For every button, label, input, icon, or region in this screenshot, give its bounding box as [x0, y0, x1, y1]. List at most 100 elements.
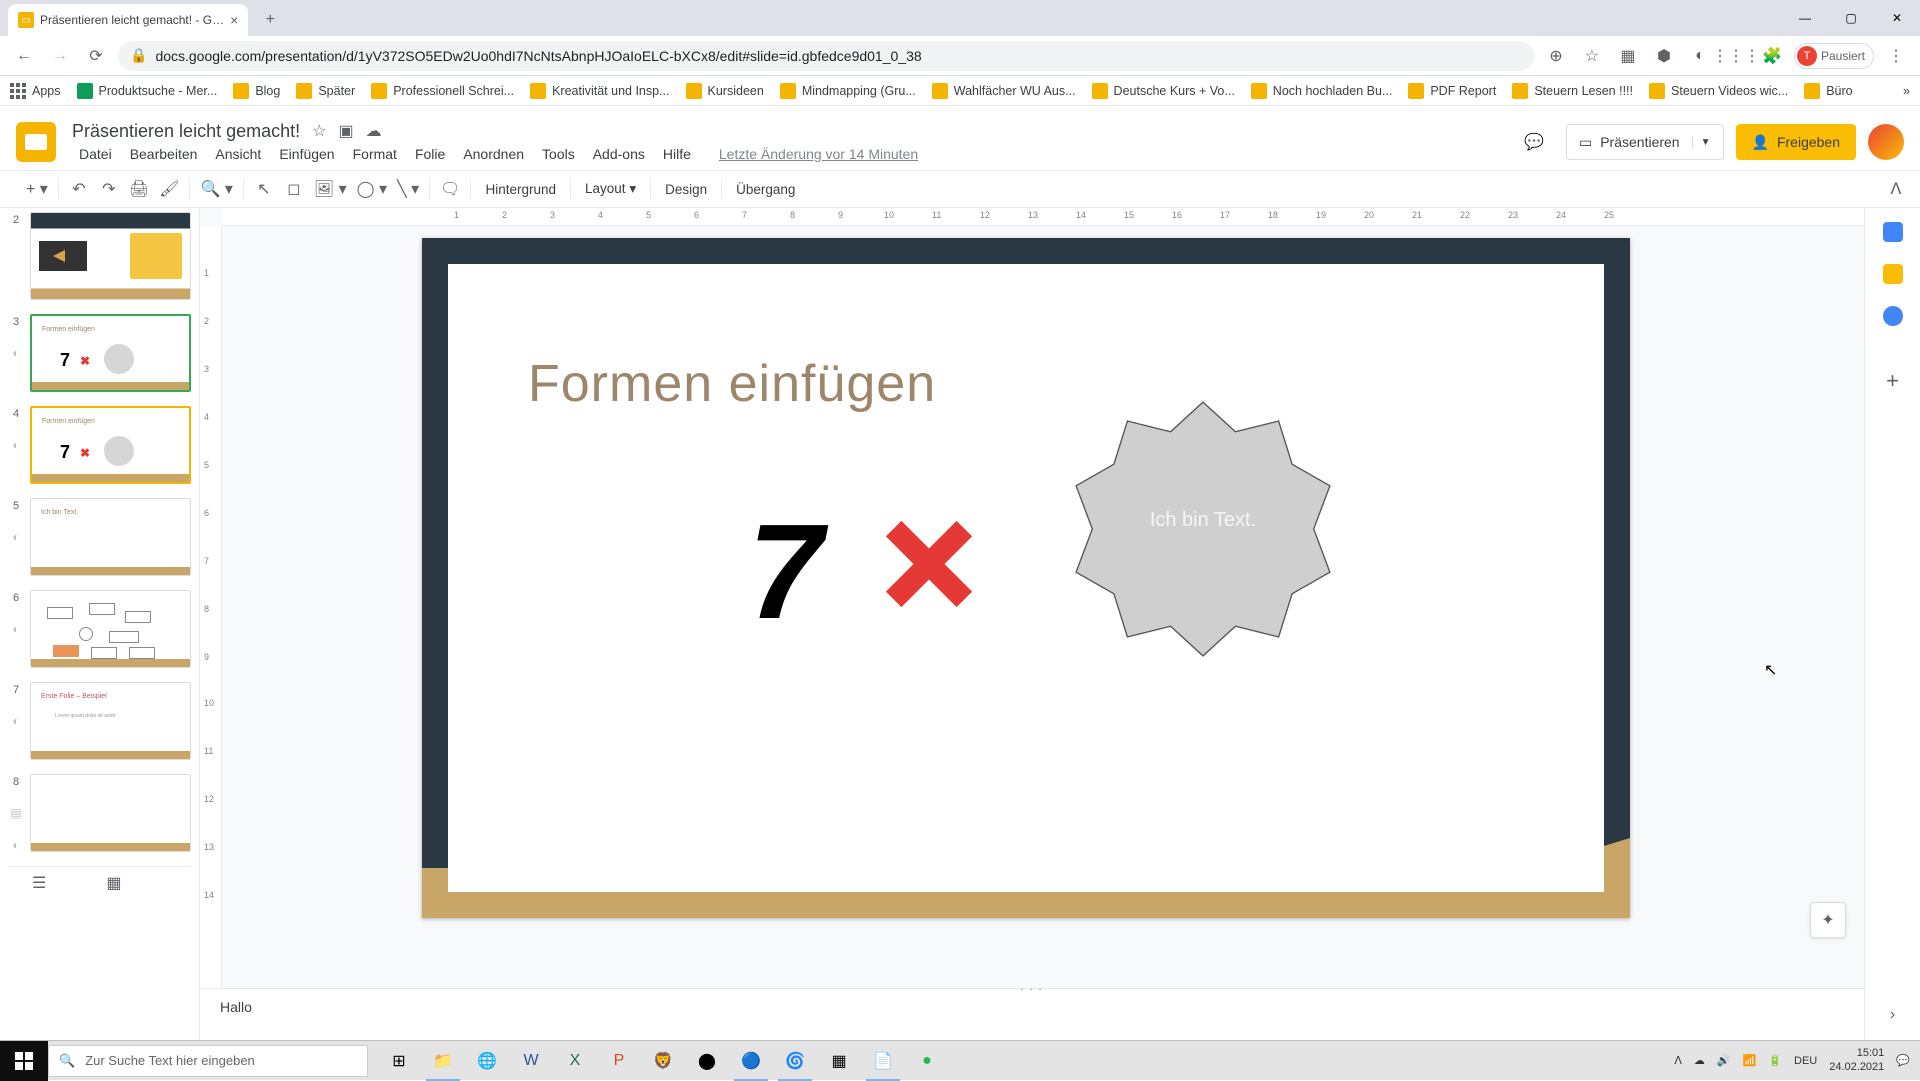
star-icon[interactable]: ☆	[1578, 42, 1606, 70]
shape-tool[interactable]: ◯ ▾	[353, 175, 391, 203]
thumbnail-panel[interactable]: 2 3◐ Formen einfügen 7✖ 4◐ Formen einfüg…	[0, 208, 200, 1040]
taskbar-search[interactable]: 🔍 Zur Suche Text hier eingeben	[48, 1045, 368, 1077]
menu-file[interactable]: Datei	[72, 144, 119, 164]
slide-thumbnail-4[interactable]: Formen einfügen 7✖	[30, 406, 191, 484]
profile-chip[interactable]: T Pausiert	[1794, 43, 1874, 69]
url-bar[interactable]: 🔒 docs.google.com/presentation/d/1yV372S…	[118, 41, 1534, 71]
bookmark-item[interactable]: Kreativität und Insp...	[530, 83, 669, 99]
spotify-icon[interactable]: ●	[906, 1041, 948, 1081]
bookmark-overflow[interactable]: »	[1903, 84, 1910, 98]
hide-side-panel-icon[interactable]: ›	[1890, 1006, 1895, 1024]
notepad-icon[interactable]: 📄	[862, 1041, 904, 1081]
doc-title[interactable]: Präsentieren leicht gemacht!	[72, 121, 300, 142]
paint-format-button[interactable]: 🖌	[155, 175, 183, 203]
slide-thumbnail-8[interactable]	[30, 774, 191, 852]
redo-button[interactable]: ↷	[95, 175, 123, 203]
image-tool[interactable]: 🖼 ▾	[310, 175, 351, 203]
speaker-notes[interactable]: • • • Hallo	[200, 988, 1864, 1040]
qr-icon[interactable]: ▦	[1614, 42, 1642, 70]
menu-slide[interactable]: Folie	[408, 144, 452, 164]
slide-thumbnail-2[interactable]	[30, 212, 191, 300]
edge-icon[interactable]: 🌐	[466, 1041, 508, 1081]
account-avatar[interactable]	[1868, 124, 1904, 160]
layout-button[interactable]: Layout ▾	[577, 181, 644, 197]
keyboard-lang[interactable]: DEU	[1794, 1055, 1817, 1067]
bookmark-item[interactable]: Kursideen	[686, 83, 764, 99]
bookmark-item[interactable]: Mindmapping (Gru...	[780, 83, 916, 99]
zoom-icon[interactable]: ⊕	[1542, 42, 1570, 70]
keep-icon[interactable]	[1883, 264, 1903, 284]
start-button[interactable]	[0, 1041, 48, 1081]
slide-thumbnail-3[interactable]: Formen einfügen 7✖	[30, 314, 191, 392]
reload-button[interactable]: ⟳	[82, 42, 110, 70]
bookmark-item[interactable]: Büro	[1804, 83, 1852, 99]
filmstrip-view-icon[interactable]: ☰	[32, 873, 46, 893]
app-icon[interactable]: ▦	[818, 1041, 860, 1081]
comments-button[interactable]: 💬	[1514, 124, 1554, 160]
present-button[interactable]: ▭ Präsentieren ▼	[1566, 124, 1724, 160]
tray-chevron-icon[interactable]: ᐱ	[1674, 1054, 1682, 1067]
line-tool[interactable]: ╲ ▾	[393, 175, 423, 203]
minimize-button[interactable]: —	[1782, 0, 1828, 36]
menu-edit[interactable]: Bearbeiten	[123, 144, 205, 164]
menu-view[interactable]: Ansicht	[208, 144, 268, 164]
powerpoint-icon[interactable]: P	[598, 1041, 640, 1081]
bookmark-item[interactable]: Professionell Schrei...	[371, 83, 514, 99]
wifi-icon[interactable]: 📶	[1743, 1054, 1757, 1067]
zoom-button[interactable]: 🔍 ▾	[196, 175, 236, 203]
bookmark-item[interactable]: Später	[296, 83, 355, 99]
design-button[interactable]: Design	[657, 182, 715, 197]
bookmark-item[interactable]: Noch hochladen Bu...	[1251, 83, 1393, 99]
slide-thumbnail-7[interactable]: Erste Folie – Beispiel Lorem ipsum dolor…	[30, 682, 191, 760]
notifications-icon[interactable]: 💬	[1896, 1054, 1910, 1067]
slide-thumbnail-5[interactable]: Ich bin Text.	[30, 498, 191, 576]
slide[interactable]: Formen einfügen 7 Ich bin Text.	[422, 238, 1630, 918]
extension-icon-3[interactable]: ⋮⋮⋮	[1722, 42, 1750, 70]
slide-thumbnail-6[interactable]	[30, 590, 191, 668]
excel-icon[interactable]: X	[554, 1041, 596, 1081]
obs-icon[interactable]: ⬤	[686, 1041, 728, 1081]
onedrive-icon[interactable]: ☁	[1694, 1054, 1705, 1067]
menu-addons[interactable]: Add-ons	[586, 144, 652, 164]
bookmark-item[interactable]: Steuern Videos wic...	[1649, 83, 1788, 99]
maximize-button[interactable]: ▢	[1828, 0, 1874, 36]
collapse-toolbar-icon[interactable]: ᐱ	[1882, 175, 1910, 203]
red-x-shape[interactable]	[878, 519, 968, 609]
forward-button[interactable]: →	[46, 42, 74, 70]
add-addon-icon[interactable]: +	[1886, 368, 1899, 394]
present-dropdown-icon[interactable]: ▼	[1692, 137, 1711, 148]
task-view-icon[interactable]: ⊞	[378, 1041, 420, 1081]
extension-icon-1[interactable]: ⬢	[1650, 42, 1678, 70]
canvas-viewport[interactable]: Formen einfügen 7 Ich bin Text. ✦	[222, 226, 1864, 988]
tab-close-icon[interactable]: ×	[230, 12, 238, 28]
menu-help[interactable]: Hilfe	[656, 144, 698, 164]
explorer-icon[interactable]: 📁	[422, 1041, 464, 1081]
word-icon[interactable]: W	[510, 1041, 552, 1081]
extensions-puzzle-icon[interactable]: 🧩	[1758, 42, 1786, 70]
battery-icon[interactable]: 🔋	[1768, 1054, 1782, 1067]
clock[interactable]: 15:01 24.02.2021	[1829, 1047, 1884, 1073]
comment-tool[interactable]: 🗨	[436, 175, 464, 203]
explore-button[interactable]: ✦	[1810, 902, 1846, 938]
apps-bookmark[interactable]: Apps	[10, 83, 61, 99]
chrome-menu-icon[interactable]: ⋮	[1882, 42, 1910, 70]
new-slide-button[interactable]: + ▾	[22, 175, 52, 203]
bookmark-item[interactable]: Blog	[233, 83, 280, 99]
slide-title-text[interactable]: Formen einfügen	[528, 354, 936, 414]
tasks-icon[interactable]	[1883, 306, 1903, 326]
transition-button[interactable]: Übergang	[728, 182, 803, 197]
horizontal-ruler[interactable]: 1234567891011121314151617181920212223242…	[222, 208, 1864, 226]
bookmark-item[interactable]: Deutsche Kurs + Vo...	[1092, 83, 1235, 99]
calendar-icon[interactable]	[1883, 222, 1903, 242]
notes-drag-handle[interactable]: • • •	[1021, 985, 1044, 994]
menu-tools[interactable]: Tools	[535, 144, 582, 164]
extension-icon-2[interactable]: ◐	[1686, 42, 1714, 70]
menu-arrange[interactable]: Anordnen	[456, 144, 531, 164]
new-tab-button[interactable]: +	[256, 6, 284, 34]
menu-insert[interactable]: Einfügen	[272, 144, 341, 164]
select-tool[interactable]: ↖	[250, 175, 278, 203]
bookmark-item[interactable]: Steuern Lesen !!!!	[1512, 83, 1633, 99]
back-button[interactable]: ←	[10, 42, 38, 70]
bookmark-item[interactable]: PDF Report	[1408, 83, 1496, 99]
big-number-7[interactable]: 7	[748, 494, 823, 649]
